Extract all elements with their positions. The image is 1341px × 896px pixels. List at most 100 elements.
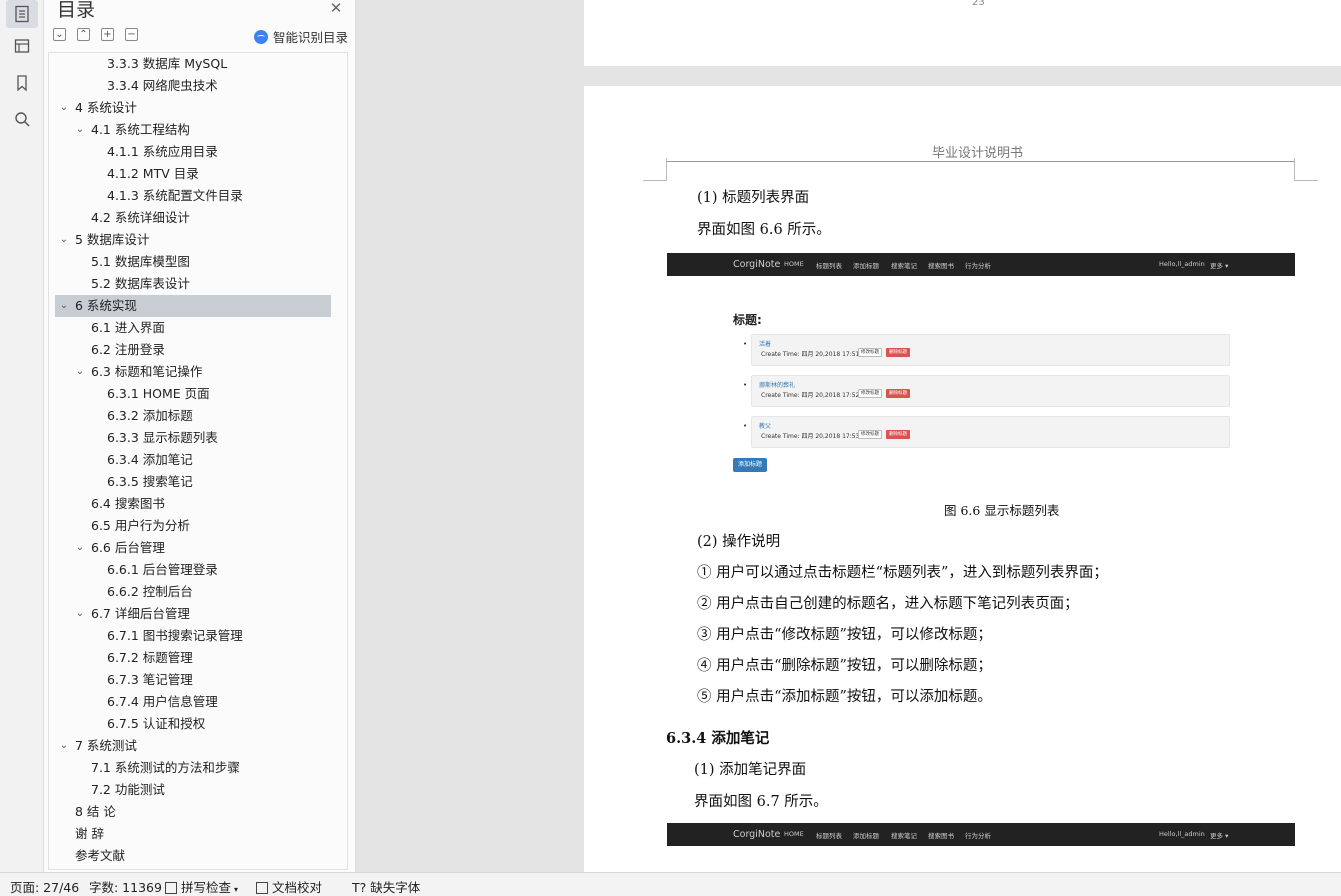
toc-item-label: 5 数据库设计 [75,232,150,247]
toc-item[interactable]: 6.7.4 用户信息管理 [55,691,331,713]
add-entry-icon[interactable]: + [101,28,114,41]
chevron-down-icon[interactable]: ⌄ [73,119,87,141]
spell-check-button[interactable]: 拼写检查 ▾ [165,877,238,896]
toc-item[interactable]: ⌄ 6.3 标题和笔记操作 [55,361,331,383]
toc-item-label: 5.2 数据库表设计 [91,276,190,291]
toc-panel-icon[interactable] [6,0,38,28]
figure-edit-button: 修改标题 [858,430,882,439]
toc-item[interactable]: 6.6.1 后台管理登录 [55,559,331,581]
toc-item[interactable]: 4.1.1 系统应用目录 [55,141,331,163]
toc-item[interactable]: 6.3.2 添加标题 [55,405,331,427]
toc-item[interactable]: 谢 辞 [55,823,331,845]
toc-item-label: 5.1 数据库模型图 [91,254,190,269]
toc-item[interactable]: ⌄ 5 数据库设计 [55,229,331,251]
toc-item[interactable]: 8 结 论 [55,801,331,823]
chevron-down-icon[interactable]: ⌄ [57,229,71,251]
toc-item-label: 4.2 系统详细设计 [91,210,190,225]
bookmark-icon[interactable] [6,69,38,97]
toc-item[interactable]: 6.1 进入界面 [55,317,331,339]
figure-title-list-screenshot: CorgiNote HOME 标题列表 添加标题 搜索笔记 搜索图书 行为分析 Hello,l… [667,253,1295,481]
collapse-all-icon[interactable]: ⌃ [77,28,90,41]
toc-item-label: 6.6.1 后台管理登录 [107,562,218,577]
toc-item-label: 6.7.1 图书搜索记录管理 [107,628,243,643]
paragraph: 界面如图 6.7 所示。 [694,794,828,810]
chevron-down-icon[interactable]: ⌄ [57,97,71,119]
toc-item[interactable]: 6.7.3 笔记管理 [55,669,331,691]
toc-item[interactable]: 4.1.3 系统配置文件目录 [55,185,331,207]
toc-item[interactable]: 3.3.4 网络爬虫技术 [55,75,331,97]
toc-item[interactable]: ⌄ 6 系统实现 [55,295,331,317]
toc-item[interactable]: 6.7.2 标题管理 [55,647,331,669]
toc-item[interactable]: ⌄ 4.1 系统工程结构 [55,119,331,141]
figure-nav-link: 搜索图书 [928,262,954,270]
figure-caption: 图 6.6 显示标题列表 [944,503,1060,518]
figure-user: Hello,ll_admin [1159,260,1205,268]
toc-item[interactable]: 6.3.1 HOME 页面 [55,383,331,405]
toc-item[interactable]: 6.2 注册登录 [55,339,331,361]
toc-item[interactable]: 4.2 系统详细设计 [55,207,331,229]
toc-item[interactable]: 6.7.1 图书搜索记录管理 [55,625,331,647]
toc-item[interactable]: 参考文献 [55,845,331,867]
figure-add-button: 添加标题 [733,458,768,472]
document-view: 23 毕业设计说明书 (1) 标题列表界面 界面如图 6.6 所示。 Corgi… [357,0,1341,872]
toc-item[interactable]: 7.1 系统测试的方法和步骤 [55,757,331,779]
chevron-down-icon[interactable]: ⌄ [73,361,87,383]
font-icon: T? [352,880,367,895]
chevron-down-icon[interactable]: ⌄ [73,603,87,625]
toc-item[interactable]: 6.7.5 认证和授权 [55,713,331,735]
margin-mark [666,158,667,180]
word-count[interactable]: 字数: 11369 [89,877,162,896]
toc-item-label: 6.2 注册登录 [91,342,165,357]
toc-item-label: 6.6.2 控制后台 [107,584,193,599]
missing-fonts-button[interactable]: T? 缺失字体 [352,877,420,896]
toc-item-label: 4.1.1 系统应用目录 [107,144,218,159]
proofread-button[interactable]: 文档校对 [256,877,322,896]
toc-item[interactable]: 6.5 用户行为分析 [55,515,331,537]
toc-item[interactable]: 5.1 数据库模型图 [55,251,331,273]
toc-item[interactable]: 7.2 功能测试 [55,779,331,801]
chevron-down-icon[interactable]: ⌄ [57,735,71,757]
toc-item-label: 6 系统实现 [75,298,137,313]
toc-item-label: 4.1 系统工程结构 [91,122,190,137]
figure-nav-link: 标题列表 [816,832,842,840]
chevron-down-icon[interactable]: ⌄ [73,537,87,559]
figure-nav-link: 添加标题 [853,262,879,270]
toc-item[interactable]: 3.3.3 数据库 MySQL [55,53,331,75]
navigation-pane-icon[interactable] [6,32,38,60]
paragraph: 界面如图 6.6 所示。 [697,222,831,238]
toc-item[interactable]: 4.1.2 MTV 目录 [55,163,331,185]
page-number: 23 [972,0,985,8]
figure-more-menu: 更多 ▾ [1210,832,1229,840]
toc-item[interactable]: 6.6.2 控制后台 [55,581,331,603]
figure-nav-link: 搜索笔记 [891,832,917,840]
toc-title: 目录 [57,0,96,21]
expand-all-icon[interactable]: ⌄ [53,28,66,41]
toc-list: 3.3.3 数据库 MySQL 3.3.4 网络爬虫技术 ⌄ 4 系统设计 ⌄ 4.1 系… [48,52,348,870]
paragraph: ④ 用户点击“删除标题”按钮，可以删除标题； [697,658,992,674]
toc-item[interactable]: ⌄ 4 系统设计 [55,97,331,119]
toc-item[interactable]: 5.2 数据库表设计 [55,273,331,295]
page-indicator[interactable]: 页面: 27/46 [10,877,79,896]
toc-item[interactable]: ⌄ 7 系统测试 [55,735,331,757]
toc-item[interactable]: 6.3.3 显示标题列表 [55,427,331,449]
toc-item-label: 6.5 用户行为分析 [91,518,190,533]
toc-item[interactable]: ⌄ 6.6 后台管理 [55,537,331,559]
remove-entry-icon[interactable]: − [125,28,138,41]
smart-toc-label: 智能识别目录 [273,30,349,45]
toc-item[interactable]: 6.3.5 搜索笔记 [55,471,331,493]
toc-item-label: 8 结 论 [75,804,116,819]
toc-item[interactable]: 6.4 搜索图书 [55,493,331,515]
figure-delete-button: 删除标题 [886,348,910,357]
toc-item-label: 6.1 进入界面 [91,320,165,335]
chevron-down-icon[interactable]: ⌄ [57,295,71,317]
toc-item-label: 6.3.5 搜索笔记 [107,474,193,489]
toc-item-label: 4 系统设计 [75,100,137,115]
smart-toc-button[interactable]: 智能识别目录 [254,27,348,46]
dropdown-icon: ▾ [234,885,239,894]
search-icon[interactable] [6,105,38,133]
paragraph: ⑤ 用户点击“添加标题”按钮，可以添加标题。 [697,689,992,705]
toc-item[interactable]: 6.3.4 添加笔记 [55,449,331,471]
figure-nav-link: 行为分析 [965,832,991,840]
toc-item[interactable]: ⌄ 6.7 详细后台管理 [55,603,331,625]
close-icon[interactable]: ✕ [328,0,344,16]
